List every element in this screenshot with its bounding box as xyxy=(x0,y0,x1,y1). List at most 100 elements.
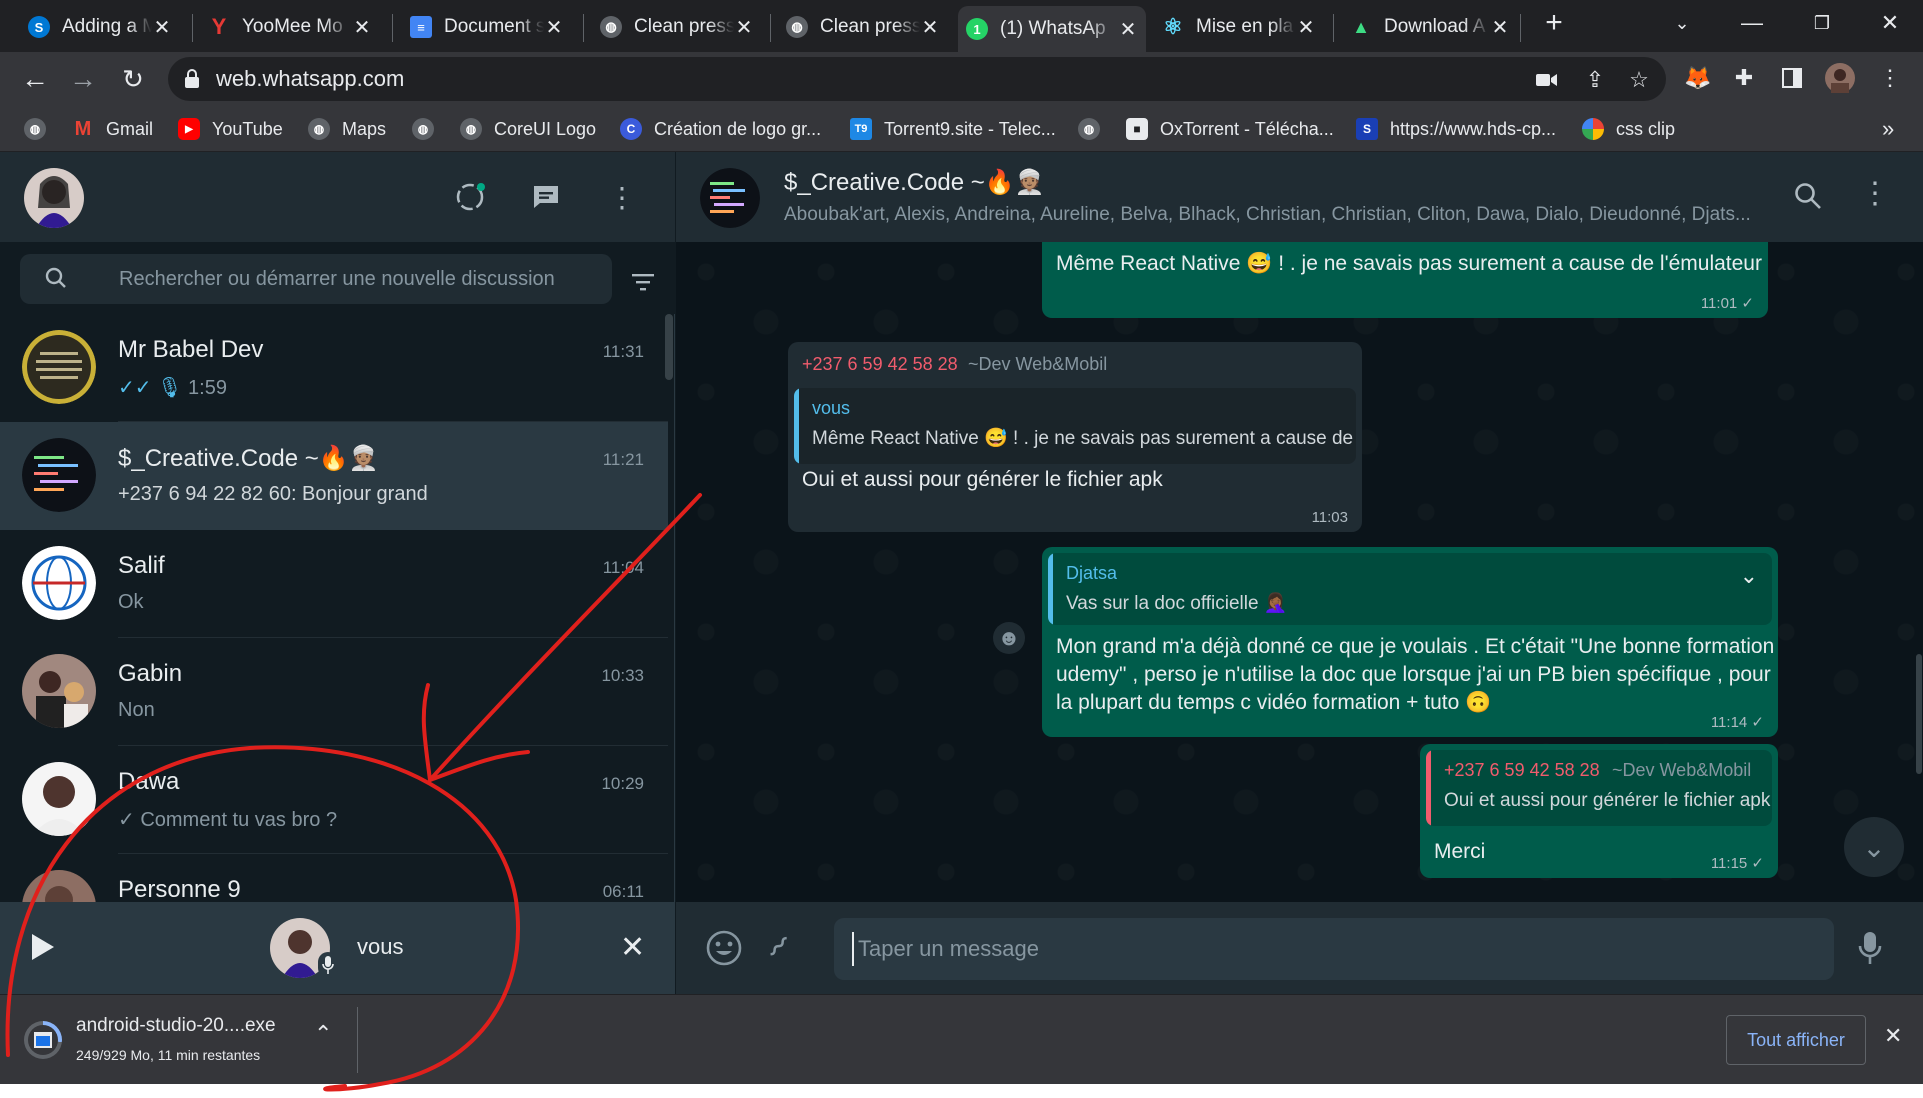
bookmark-oxtorrent[interactable]: ■ OxTorrent - Télécha... xyxy=(1126,114,1334,144)
tab-search-icon[interactable]: ⌄ xyxy=(1652,0,1712,46)
bookmarks-bar: ◍ M Gmail ▶ YouTube ◍ Maps ◍ ◍ CoreUI Logo C… xyxy=(0,106,1923,152)
new-chat-icon[interactable] xyxy=(526,177,566,217)
whatsapp-app: ⋮ Rechercher ou démarrer une nouvelle di… xyxy=(0,152,1923,994)
tab-4[interactable]: ◍ Clean press ✕ xyxy=(778,6,948,48)
chat-time: 10:29 xyxy=(601,774,644,793)
show-all-downloads-button[interactable]: Tout afficher xyxy=(1726,1015,1866,1065)
message-input[interactable]: Taper un message xyxy=(834,918,1834,980)
message-bubble-out[interactable]: Même React Native 😅 ! . je ne savais pas… xyxy=(1042,242,1768,318)
chat-item-mr-babel-dev[interactable]: Mr Babel Dev 11:31 ✓✓ 🎙 1:59 xyxy=(0,314,668,422)
extensions-icon[interactable]: ✚ xyxy=(1728,62,1760,94)
conversation-header[interactable]: $_Creative.Code ~🔥👳🏽 Aboubak'art, Alexis… xyxy=(676,152,1923,242)
chat-name: Personne 9 xyxy=(118,876,241,903)
message-scrollbar[interactable] xyxy=(1916,654,1922,774)
tab-7[interactable]: ▲ Download A ✕ xyxy=(1342,6,1518,48)
group-avatar[interactable] xyxy=(700,168,760,228)
new-tab-button[interactable]: + xyxy=(1524,0,1584,46)
search-input[interactable]: Rechercher ou démarrer une nouvelle disc… xyxy=(20,254,612,304)
chevron-up-icon[interactable]: ⌃ xyxy=(314,1021,332,1047)
close-player-icon[interactable]: ✕ xyxy=(620,930,645,965)
back-button[interactable]: ← xyxy=(16,60,54,98)
bookmark-maps[interactable]: ◍ Maps xyxy=(308,114,386,144)
bookmark-coreui[interactable]: ◍ CoreUI Logo xyxy=(460,114,596,144)
close-download-shelf-icon[interactable]: ✕ xyxy=(1884,1023,1902,1049)
attach-icon[interactable]: ⌇ xyxy=(760,930,795,965)
close-tab-icon[interactable]: ✕ xyxy=(152,15,172,40)
message-bubble-in[interactable]: +237 6 59 42 58 28 ~Dev Web&Mobil vous M… xyxy=(788,342,1362,532)
chat-preview: +237 6 94 22 82 60: Bonjour grand xyxy=(118,483,428,505)
quote-author: Djatsa xyxy=(1066,563,1118,583)
camera-blocked-icon[interactable] xyxy=(1532,65,1562,95)
tab-6[interactable]: ⚛ Mise en pla ✕ xyxy=(1154,6,1324,48)
menu-icon[interactable]: ⋮ xyxy=(602,177,642,217)
reload-button[interactable]: ↻ xyxy=(114,60,152,98)
forward-button[interactable]: → xyxy=(64,60,102,98)
quoted-message[interactable]: Djatsa Vas sur la doc officielle 🤦🏾‍♀️ ⌄ xyxy=(1048,553,1772,625)
close-tab-icon[interactable]: ✕ xyxy=(1490,15,1510,40)
microphone-icon[interactable] xyxy=(1858,930,1882,971)
more-bookmarks-button[interactable]: » xyxy=(1882,114,1894,144)
address-bar[interactable]: web.whatsapp.com ⇪ ☆ xyxy=(168,57,1666,101)
message-time: 11:03 xyxy=(1311,509,1348,526)
search-icon[interactable] xyxy=(1794,182,1822,215)
react-icon: ⚛ xyxy=(1163,14,1183,39)
quoted-message[interactable]: vous Même React Native 😅 ! . je ne savai… xyxy=(794,388,1356,464)
bookmark-hds[interactable]: Shttps://www.hds-cp... xyxy=(1356,114,1556,144)
search-placeholder: Rechercher ou démarrer une nouvelle disc… xyxy=(119,268,555,290)
metamask-extension-icon[interactable]: 🦊 xyxy=(1682,62,1714,94)
chat-item-salif[interactable]: Salif 11:04 Ok xyxy=(0,530,668,638)
close-tab-icon[interactable]: ✕ xyxy=(1296,15,1316,40)
restore-button[interactable]: ❐ xyxy=(1792,0,1852,46)
emoji-icon[interactable] xyxy=(706,930,742,971)
close-tab-icon[interactable]: ✕ xyxy=(734,15,754,40)
filter-icon[interactable] xyxy=(630,272,656,297)
close-tab-icon[interactable]: ✕ xyxy=(352,15,372,40)
message-bubble-out[interactable]: Djatsa Vas sur la doc officielle 🤦🏾‍♀️ ⌄… xyxy=(1042,547,1778,737)
bookmark-logo-maker[interactable]: C Création de logo gr... xyxy=(620,114,821,144)
menu-icon[interactable]: ⋮ xyxy=(1860,176,1890,211)
close-tab-icon[interactable]: ✕ xyxy=(1118,17,1138,42)
download-filename: android-studio-20....exe xyxy=(76,1015,276,1036)
message-text: Même React Native 😅 ! . je ne savais pas… xyxy=(1056,252,1762,275)
group-name: $_Creative.Code ~🔥👳🏽 xyxy=(784,169,1045,196)
browser-menu-icon[interactable]: ⋮ xyxy=(1874,62,1906,94)
bookmark-globe[interactable]: ◍ xyxy=(24,114,58,144)
tab-strip: S Adding a M ✕ Y YooMee Mo ✕ ≡ Document … xyxy=(0,0,1923,52)
tab-3[interactable]: ◍ Clean press ✕ xyxy=(592,6,762,48)
bookmark-star-icon[interactable]: ☆ xyxy=(1624,65,1654,95)
bookmark-youtube[interactable]: ▶ YouTube xyxy=(178,114,283,144)
contact-avatar xyxy=(22,330,96,404)
side-panel-icon[interactable] xyxy=(1776,62,1808,94)
bookmark-globe-2[interactable]: ◍ xyxy=(412,114,446,144)
status-icon[interactable] xyxy=(450,177,490,217)
chat-item-creative-code[interactable]: $_Creative.Code ~🔥👳🏽 11:21 +237 6 94 22 … xyxy=(0,422,668,530)
scroll-down-button[interactable]: ⌄ xyxy=(1844,817,1904,877)
share-icon[interactable]: ⇪ xyxy=(1580,65,1610,95)
profile-avatar[interactable] xyxy=(1824,62,1856,94)
close-tab-icon[interactable]: ✕ xyxy=(544,15,564,40)
chevron-down-icon[interactable]: ⌄ xyxy=(1740,563,1758,589)
minimize-button[interactable]: — xyxy=(1722,0,1782,46)
quote-text: Vas sur la doc officielle 🤦🏾‍♀️ xyxy=(1066,593,1288,614)
reaction-emoji-icon[interactable]: ☻ xyxy=(993,622,1025,654)
play-icon[interactable] xyxy=(30,932,56,967)
bookmark-gmail[interactable]: M Gmail xyxy=(72,114,153,144)
tab-0[interactable]: S Adding a M ✕ xyxy=(20,6,180,48)
bookmark-globe-3[interactable]: ◍ xyxy=(1078,114,1112,144)
tab-whatsapp-active[interactable]: 1 (1) WhatsAp ✕ xyxy=(958,6,1146,52)
chat-time: 11:31 xyxy=(602,342,644,361)
chat-item-dawa[interactable]: Dawa 10:29 ✓ Comment tu vas bro ? xyxy=(0,746,668,854)
close-tab-icon[interactable]: ✕ xyxy=(920,15,940,40)
close-window-button[interactable]: ✕ xyxy=(1860,0,1920,46)
my-avatar[interactable] xyxy=(24,168,84,228)
tab-1[interactable]: Y YooMee Mo ✕ xyxy=(200,6,380,48)
quoted-message[interactable]: +237 6 59 42 58 28 ~Dev Web&Mobil Oui et… xyxy=(1426,750,1772,826)
message-bubble-out[interactable]: +237 6 59 42 58 28 ~Dev Web&Mobil Oui et… xyxy=(1420,744,1778,878)
chat-list-scrollbar[interactable] xyxy=(665,314,673,380)
tab-2[interactable]: ≡ Document s ✕ xyxy=(402,6,572,48)
bookmark-torrent9[interactable]: T9 Torrent9.site - Telec... xyxy=(850,114,1056,144)
chat-item-gabin[interactable]: Gabin 10:33 Non xyxy=(0,638,668,746)
bookmark-css-clip[interactable]: css clip xyxy=(1582,114,1675,144)
globe-icon: ◍ xyxy=(412,118,434,140)
download-item[interactable]: android-studio-20....exe 249/929 Mo, 11 … xyxy=(0,995,360,1084)
